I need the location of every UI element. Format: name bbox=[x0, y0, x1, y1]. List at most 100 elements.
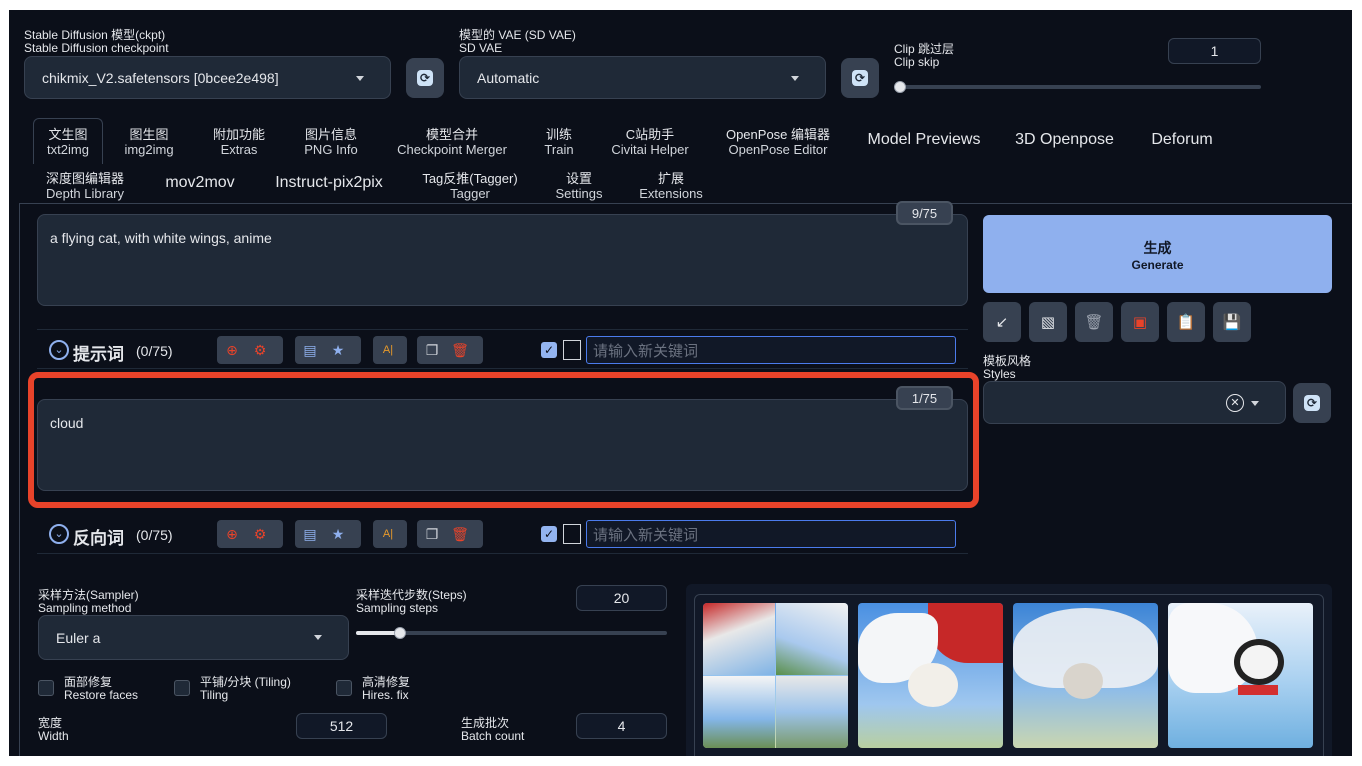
gallery-thumbnail-2[interactable] bbox=[1013, 603, 1158, 748]
read-params-button[interactable]: ↙ bbox=[983, 302, 1021, 342]
checkpoint-select[interactable]: chikmix_V2.safetensors [0bcee2e498] bbox=[24, 56, 391, 99]
vae-label-en: SD VAE bbox=[459, 41, 503, 55]
prompt-keyword-input[interactable]: 请输入新关键词 bbox=[586, 336, 956, 364]
format-icon[interactable]: A| bbox=[379, 525, 397, 543]
generate-button[interactable]: 生成 Generate bbox=[983, 215, 1332, 293]
steps-label-en: Sampling steps bbox=[356, 601, 439, 615]
width-label-en: Width bbox=[38, 729, 69, 743]
cursor-icon bbox=[563, 524, 581, 544]
keyword-placeholder: 请输入新关键词 bbox=[593, 526, 699, 544]
extra-networks-button[interactable]: ▣ bbox=[1121, 302, 1159, 342]
save-style-button[interactable]: 💾 bbox=[1213, 302, 1251, 342]
tiling-checkbox[interactable] bbox=[174, 680, 190, 696]
clip-skip-slider[interactable] bbox=[894, 81, 1261, 93]
tab-label-en: Train bbox=[544, 142, 574, 157]
trash-icon[interactable]: 🗑 bbox=[451, 341, 469, 359]
tab-img2img[interactable]: 图生图 img2img bbox=[114, 127, 184, 157]
clear-icon[interactable]: ✕ bbox=[1226, 394, 1244, 412]
tab-label-en: Extensions bbox=[639, 186, 703, 201]
grid-cell bbox=[776, 603, 848, 675]
tab-label-cn: 附加功能 bbox=[212, 127, 265, 142]
tab-instruct-pix2pix[interactable]: Instruct-pix2pix bbox=[265, 173, 393, 193]
gallery-thumbnail-1[interactable] bbox=[858, 603, 1003, 748]
styles-label: 模板风格 Styles bbox=[983, 355, 1031, 381]
tab-extensions[interactable]: 扩展 Extensions bbox=[633, 171, 709, 201]
tab-openpose-editor[interactable]: OpenPose 编辑器 OpenPose Editor bbox=[717, 127, 839, 157]
prompt-enable-checkbox[interactable]: ✓ bbox=[541, 342, 557, 358]
paste-button[interactable]: ▧ bbox=[1029, 302, 1067, 342]
tab-depth-library[interactable]: 深度图编辑器 Depth Library bbox=[33, 171, 137, 201]
clip-skip-input[interactable]: 1 bbox=[1168, 38, 1261, 64]
tab-extras[interactable]: 附加功能 Extras bbox=[201, 127, 277, 157]
tab-label-en: Civitai Helper bbox=[611, 142, 689, 157]
width-input[interactable]: 512 bbox=[296, 713, 387, 739]
gallery-thumbnail-3[interactable] bbox=[1168, 603, 1313, 748]
tab-label: Model Previews bbox=[867, 131, 981, 148]
styles-refresh-button[interactable]: ⟳ bbox=[1293, 383, 1331, 423]
vae-refresh-button[interactable]: ⟳ bbox=[841, 58, 879, 98]
styles-select[interactable]: ✕ bbox=[983, 381, 1286, 424]
bookmark-icon[interactable]: ★ bbox=[329, 525, 347, 543]
trash-icon[interactable]: 🗑 bbox=[451, 525, 469, 543]
steps-slider[interactable] bbox=[356, 627, 667, 639]
tab-civitai-helper[interactable]: C站助手 Civitai Helper bbox=[605, 127, 695, 157]
history-icon[interactable]: ▤ bbox=[301, 341, 319, 359]
bookmark-icon[interactable]: ★ bbox=[329, 341, 347, 359]
slider-thumb[interactable] bbox=[894, 81, 906, 93]
vae-label: 模型的 VAE (SD VAE) SD VAE bbox=[459, 29, 576, 55]
negative-keyword-input[interactable]: 请输入新关键词 bbox=[586, 520, 956, 548]
prompt-textarea[interactable]: a flying cat, with white wings, anime bbox=[37, 214, 968, 306]
clear-prompt-button[interactable]: 🗑 bbox=[1075, 302, 1113, 342]
negative-edit-group: ❐ 🗑 bbox=[417, 520, 483, 548]
tab-txt2img[interactable]: 文生图 txt2img bbox=[33, 118, 103, 164]
history-icon[interactable]: ▤ bbox=[301, 525, 319, 543]
generate-label-en: Generate bbox=[1131, 258, 1184, 272]
tab-mov2mov[interactable]: mov2mov bbox=[155, 173, 245, 193]
hires-fix-checkbox[interactable] bbox=[336, 680, 352, 696]
copy-icon[interactable]: ❐ bbox=[423, 341, 441, 359]
gallery-thumbnail-grid[interactable] bbox=[703, 603, 848, 748]
restore-faces-checkbox[interactable] bbox=[38, 680, 54, 696]
trash-icon: 🗑 bbox=[1084, 314, 1104, 331]
apply-styles-button[interactable]: 📋 bbox=[1167, 302, 1205, 342]
batch-count-input[interactable]: 4 bbox=[576, 713, 667, 739]
vae-select[interactable]: Automatic bbox=[459, 56, 826, 99]
steps-input[interactable]: 20 bbox=[576, 585, 667, 611]
tab-png-info[interactable]: 图片信息 PNG Info bbox=[291, 127, 371, 157]
tab-3d-openpose[interactable]: 3D Openpose bbox=[1007, 130, 1122, 150]
tab-train[interactable]: 训练 Train bbox=[529, 127, 589, 157]
tab-checkpoint-merger[interactable]: 模型合并 Checkpoint Merger bbox=[391, 127, 513, 157]
vae-value: Automatic bbox=[477, 69, 540, 86]
negative-toolbar-title: 反向词 bbox=[73, 529, 124, 548]
tab-label: Instruct-pix2pix bbox=[275, 174, 383, 191]
sampler-select[interactable]: Euler a bbox=[38, 615, 349, 660]
tab-settings[interactable]: 设置 Settings bbox=[547, 171, 611, 201]
tab-deforum[interactable]: Deforum bbox=[1139, 130, 1225, 150]
card-icon: ▣ bbox=[1132, 314, 1148, 331]
globe-icon[interactable]: ⊕ bbox=[223, 341, 241, 359]
styles-label-en: Styles bbox=[983, 367, 1016, 381]
tab-model-previews[interactable]: Model Previews bbox=[859, 130, 989, 150]
gear-icon[interactable]: ⚙ bbox=[251, 525, 269, 543]
gear-icon[interactable]: ⚙ bbox=[251, 341, 269, 359]
grid-cell bbox=[703, 676, 775, 748]
tab-label-en: OpenPose Editor bbox=[728, 142, 828, 157]
tab-tagger[interactable]: Tag反推(Tagger) Tagger bbox=[415, 171, 525, 201]
tab-label-cn: 深度图编辑器 bbox=[45, 171, 124, 186]
checkbox-label-en: Restore faces bbox=[64, 688, 139, 702]
checkpoint-refresh-button[interactable]: ⟳ bbox=[406, 58, 444, 98]
format-icon[interactable]: A| bbox=[379, 341, 397, 359]
tab-label-en: Tagger bbox=[450, 186, 490, 201]
steps-value: 20 bbox=[613, 590, 630, 606]
tab-label-en: img2img bbox=[124, 142, 174, 157]
generate-label-cn: 生成 bbox=[1143, 240, 1172, 256]
chevron-down-icon[interactable]: ⌄ bbox=[49, 524, 69, 544]
chevron-down-icon[interactable]: ⌄ bbox=[49, 340, 69, 360]
copy-icon[interactable]: ❐ bbox=[423, 525, 441, 543]
globe-icon[interactable]: ⊕ bbox=[223, 525, 241, 543]
slider-thumb[interactable] bbox=[394, 627, 406, 639]
checkbox-label-en: Hires. fix bbox=[362, 688, 409, 702]
collar bbox=[1238, 685, 1278, 695]
negative-history-group: ▤ ★ bbox=[295, 520, 361, 548]
negative-enable-checkbox[interactable]: ✓ bbox=[541, 526, 557, 542]
